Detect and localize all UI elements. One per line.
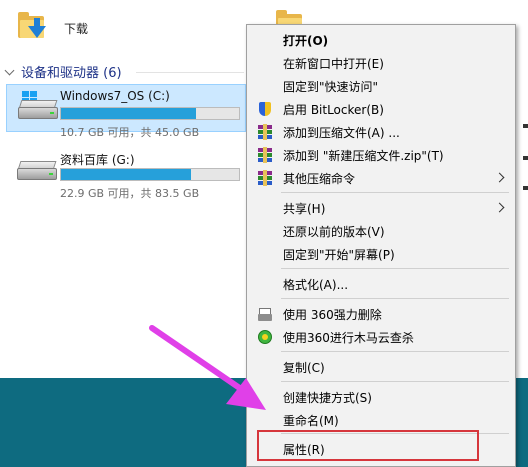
pointer-arrow-icon [149, 325, 266, 410]
arrow-shaft [149, 325, 247, 394]
